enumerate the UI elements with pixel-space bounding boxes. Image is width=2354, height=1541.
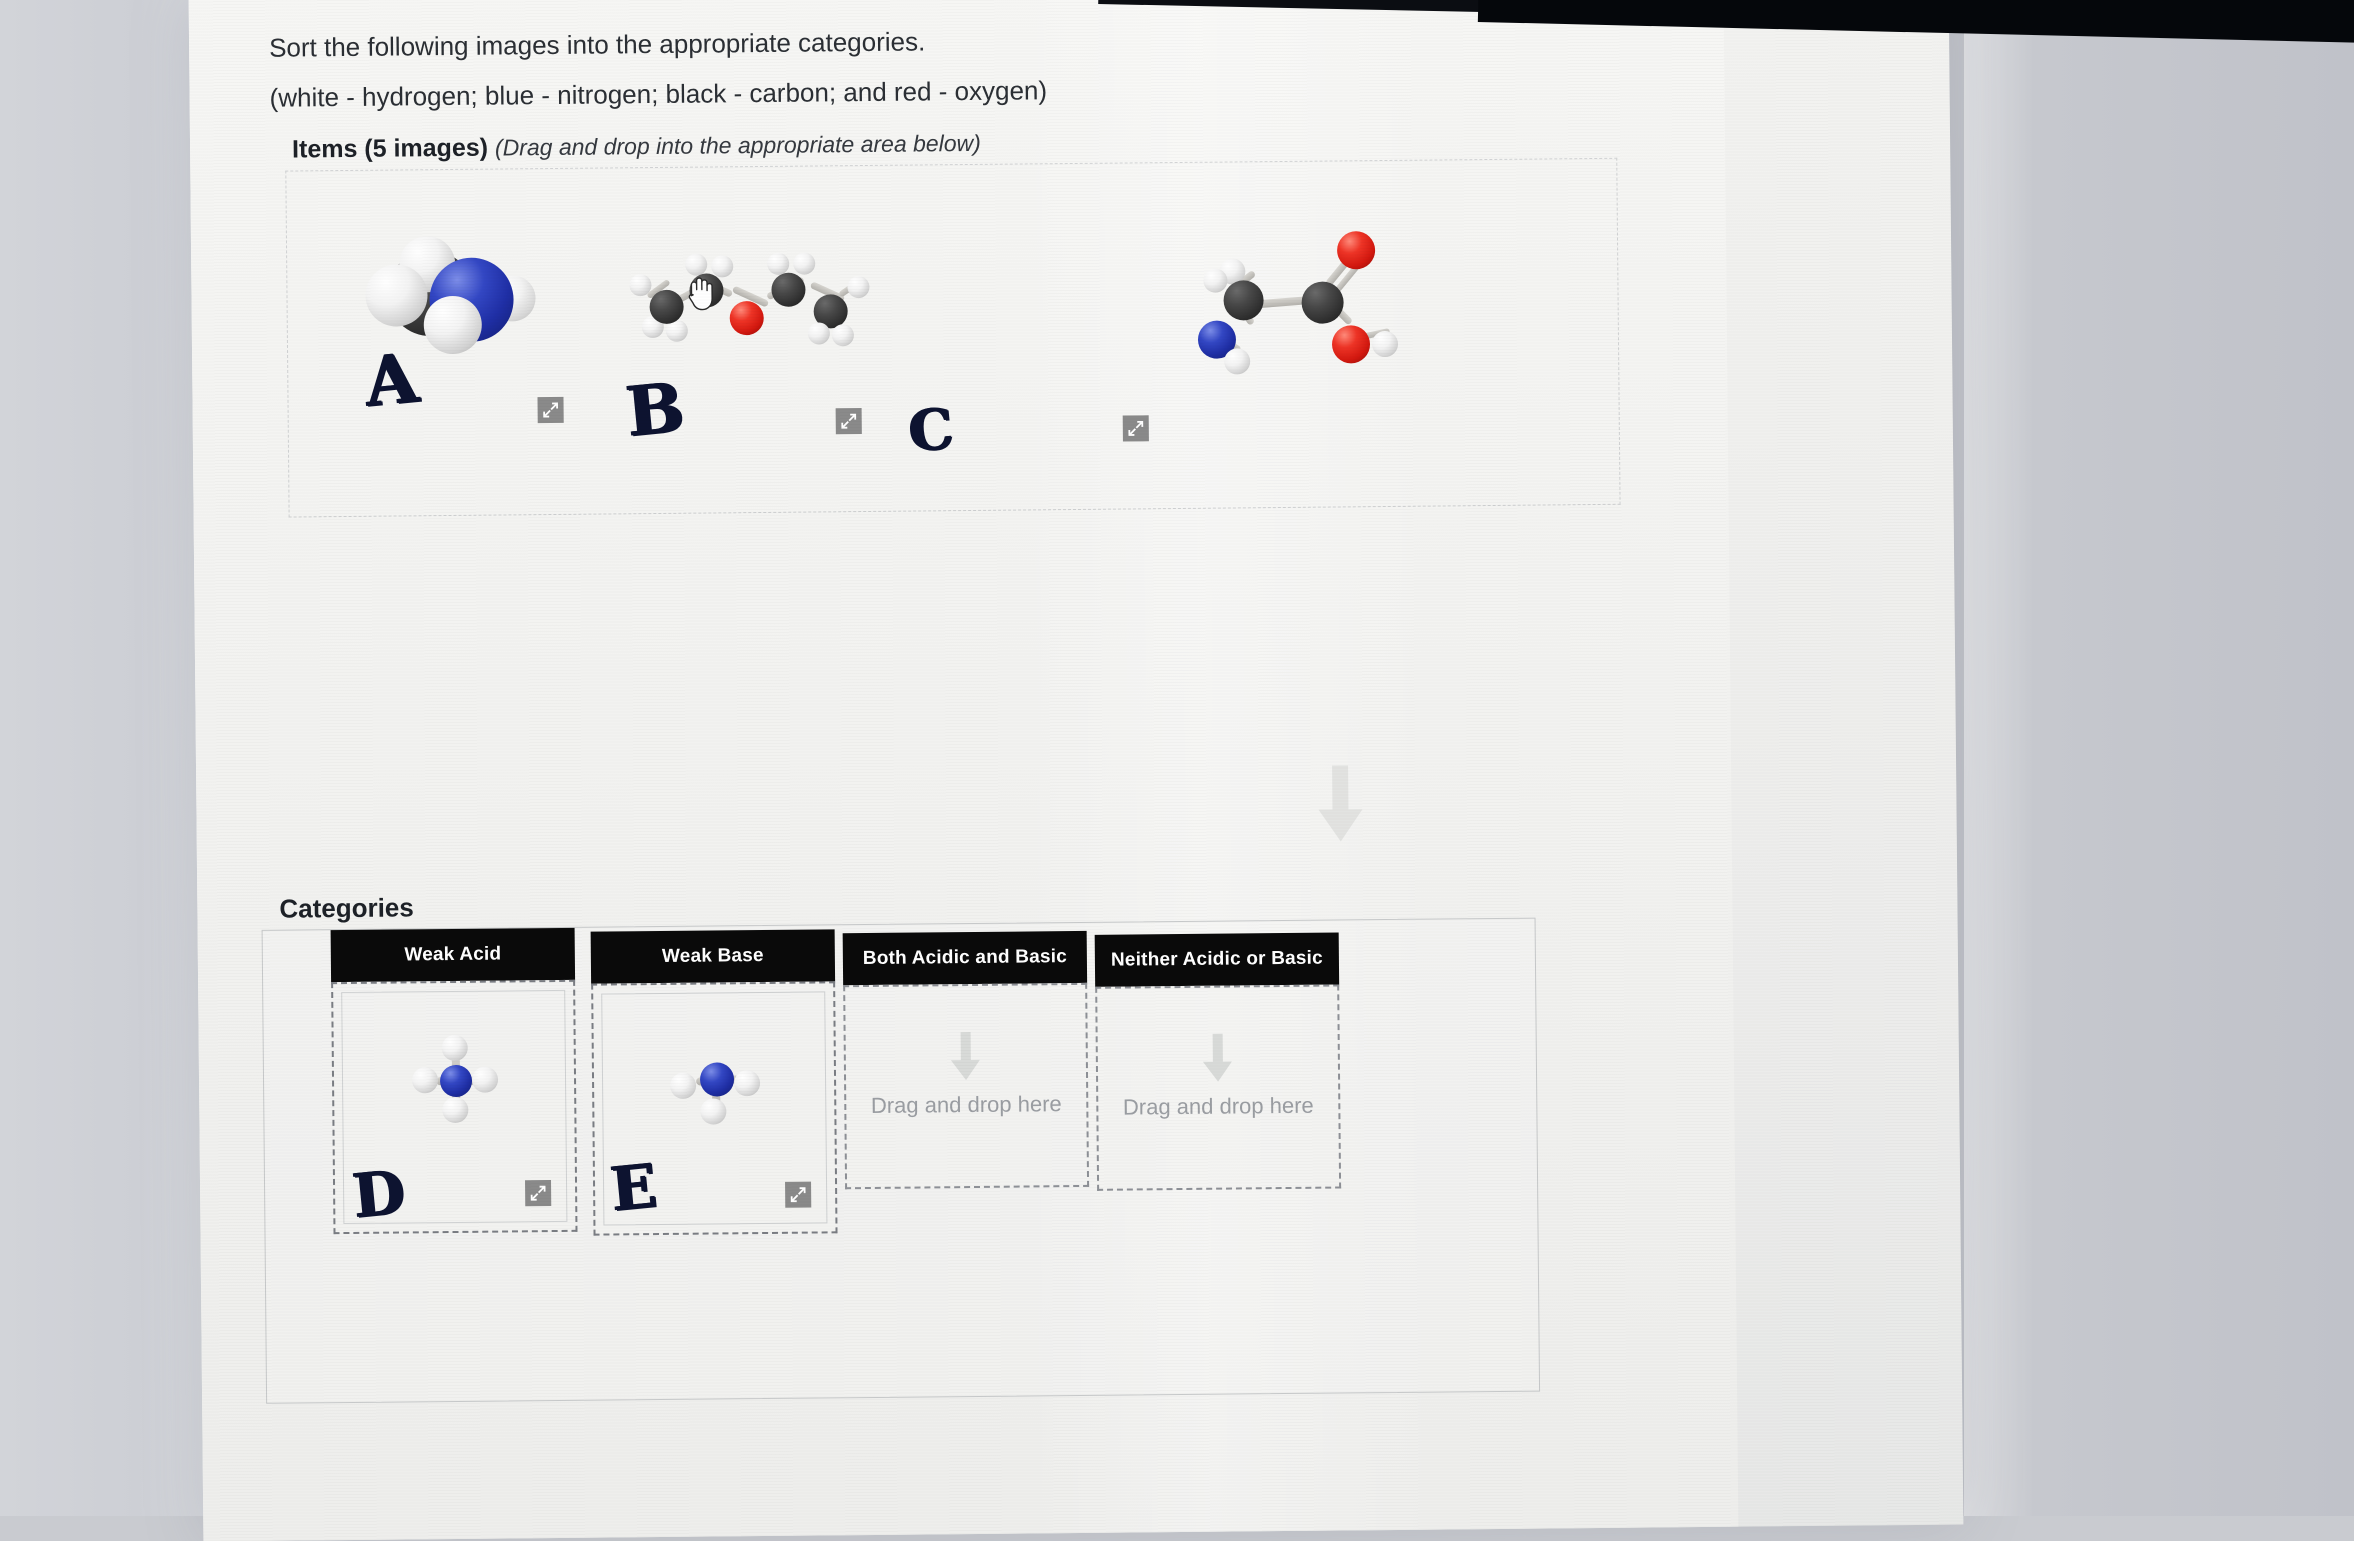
monitor-screen: See Periodic Table Sort the following im… xyxy=(188,0,1964,1541)
atom-hydrogen xyxy=(767,252,790,275)
dropzone-hint-both: Drag and drop here xyxy=(870,1091,1062,1118)
category-column-both[interactable]: Both Acidic and Basic Drag and drop here xyxy=(842,930,1090,1190)
categories-panel: Weak Acid D Weak Base E Both Acidic and … xyxy=(261,917,1541,1404)
atom-hydrogen xyxy=(365,264,428,327)
category-title-neither: Neither Acidic or Basic xyxy=(1094,932,1340,987)
atom-hydrogen xyxy=(807,322,830,345)
atom-hydrogen xyxy=(793,252,816,275)
atom-nitrogen xyxy=(439,1064,473,1098)
molecule-ammonium[interactable] xyxy=(410,1034,503,1126)
dropzone-weak-acid[interactable]: D xyxy=(331,979,578,1235)
category-title-weak-acid: Weak Acid xyxy=(330,927,576,983)
pointing-hand-cursor xyxy=(685,273,715,316)
category-column-weak-base[interactable]: Weak Base E xyxy=(590,929,838,1236)
atom-oxygen xyxy=(1336,231,1376,270)
atom-hydrogen xyxy=(685,253,708,276)
question-instruction: Sort the following images into the appro… xyxy=(268,26,926,63)
atom-hydrogen xyxy=(733,1070,761,1097)
items-heading: Items (5 images) (Drag and drop into the… xyxy=(292,129,981,165)
items-hint: (Drag and drop into the appropriate area… xyxy=(494,129,981,161)
category-column-weak-acid[interactable]: Weak Acid D xyxy=(330,927,578,1235)
atom-hydrogen xyxy=(700,1098,727,1125)
handwritten-label-d: D xyxy=(349,1157,407,1232)
atom-hydrogen xyxy=(1371,330,1399,358)
dropzone-weak-base[interactable]: E xyxy=(591,981,838,1236)
atom-hydrogen xyxy=(629,274,652,297)
atom-oxygen xyxy=(1331,325,1371,364)
dropzone-neither[interactable]: Drag and drop here xyxy=(1095,984,1342,1191)
expand-icon[interactable] xyxy=(537,396,564,424)
category-column-neither[interactable]: Neither Acidic or Basic Drag and drop he… xyxy=(1094,932,1342,1191)
atom-carbon xyxy=(771,272,806,307)
category-title-both: Both Acidic and Basic xyxy=(842,930,1088,986)
dropzone-hint-neither: Drag and drop here xyxy=(1122,1092,1314,1120)
atom-hydrogen xyxy=(441,1034,468,1062)
drop-direction-arrow xyxy=(1312,765,1369,847)
atom-hydrogen xyxy=(847,275,870,299)
atom-oxygen xyxy=(729,300,764,336)
molecule-diethyl-ether[interactable] xyxy=(623,248,874,360)
expand-icon[interactable] xyxy=(835,408,862,435)
atom-carbon xyxy=(649,289,684,325)
atom-hydrogen xyxy=(442,1096,469,1124)
atom-hydrogen xyxy=(669,1072,697,1099)
atom-nitrogen xyxy=(699,1062,735,1097)
handwritten-label-b: B xyxy=(622,367,686,453)
atom-hydrogen xyxy=(423,295,483,355)
atom-carbon xyxy=(1223,280,1264,321)
photo-backdrop: See Periodic Table Sort the following im… xyxy=(0,0,2354,1541)
molecule-glycine[interactable] xyxy=(1191,223,1399,375)
categories-label: Categories xyxy=(279,892,414,924)
handwritten-label-e: E xyxy=(607,1151,659,1226)
expand-icon[interactable] xyxy=(785,1181,812,1208)
dropzone-both[interactable]: Drag and drop here xyxy=(843,982,1090,1190)
handwritten-label-c: C xyxy=(905,395,955,466)
dropzone-arrow-icon xyxy=(949,1032,984,1085)
atom-carbon xyxy=(1301,281,1344,324)
expand-icon[interactable] xyxy=(1122,415,1149,442)
expand-icon[interactable] xyxy=(525,1180,552,1207)
atom-hydrogen xyxy=(1224,348,1251,375)
atom-hydrogen xyxy=(831,324,855,347)
wall-right xyxy=(1964,0,2354,1516)
atom-hydrogen xyxy=(1203,268,1228,293)
color-key-text: (white - hydrogen; blue - nitrogen; blac… xyxy=(269,75,1048,113)
dropzone-arrow-icon xyxy=(1201,1033,1236,1086)
molecule-ammonia[interactable] xyxy=(669,1044,763,1125)
atom-hydrogen xyxy=(411,1067,439,1094)
handwritten-label-a: A xyxy=(361,338,420,423)
category-title-weak-base: Weak Base xyxy=(590,929,836,984)
atom-hydrogen xyxy=(471,1066,499,1093)
items-count-label: Items (5 images) xyxy=(291,133,489,164)
